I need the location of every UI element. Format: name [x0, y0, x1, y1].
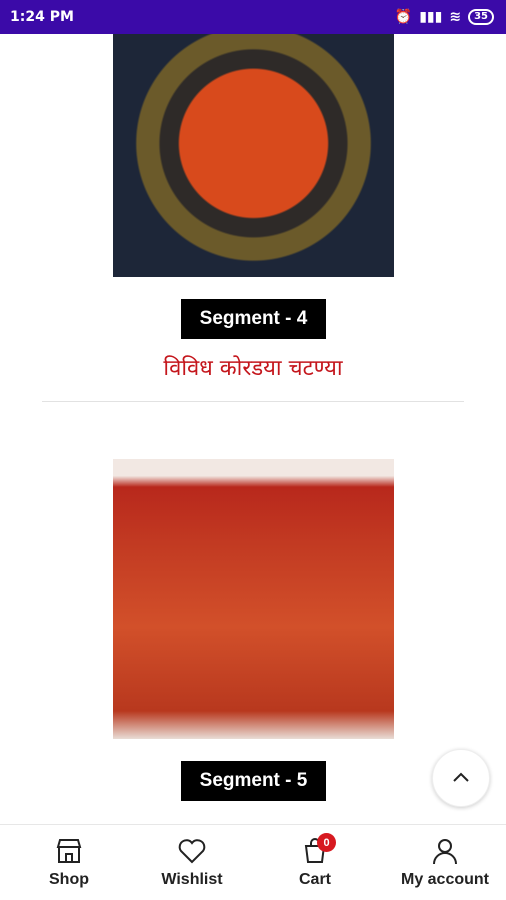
segment-badge: Segment - 4 [181, 299, 326, 339]
bottom-nav: Shop Wishlist 0 Cart My account [0, 824, 506, 900]
nav-wishlist[interactable]: Wishlist [138, 825, 246, 900]
status-time: 1:24 PM [10, 9, 74, 25]
status-icons: ⏰ ▮▮▮ ≋ 35 [395, 9, 494, 25]
nav-wishlist-label: Wishlist [161, 871, 223, 888]
status-bar: 1:24 PM ⏰ ▮▮▮ ≋ 35 [0, 0, 506, 34]
alarm-icon: ⏰ [394, 9, 413, 25]
chevron-up-icon [453, 772, 469, 782]
battery-icon: 35 [468, 9, 494, 25]
nav-account-label: My account [400, 871, 489, 888]
cart-count-badge: 0 [317, 833, 336, 852]
segment-badge: Segment - 5 [181, 761, 326, 801]
product-image[interactable] [113, 34, 394, 277]
divider [42, 401, 464, 402]
shop-icon [56, 839, 82, 863]
nav-shop-label: Shop [49, 871, 89, 888]
segment-title[interactable]: विविध कोरडया चटण्या [0, 352, 506, 382]
nav-cart[interactable]: 0 Cart [246, 825, 384, 900]
nav-cart-label: Cart [298, 871, 331, 888]
user-icon [433, 839, 457, 865]
wifi-icon: ≋ [449, 9, 462, 25]
scroll-to-top-button[interactable] [432, 749, 490, 807]
nav-shop[interactable]: Shop [0, 825, 138, 900]
product-list[interactable]: Segment - 4 विविध कोरडया चटण्या Segment … [0, 34, 506, 824]
signal-icon: ▮▮▮ [419, 9, 443, 25]
heart-icon [178, 839, 206, 864]
product-image[interactable] [113, 459, 394, 739]
nav-account[interactable]: My account [384, 825, 506, 900]
